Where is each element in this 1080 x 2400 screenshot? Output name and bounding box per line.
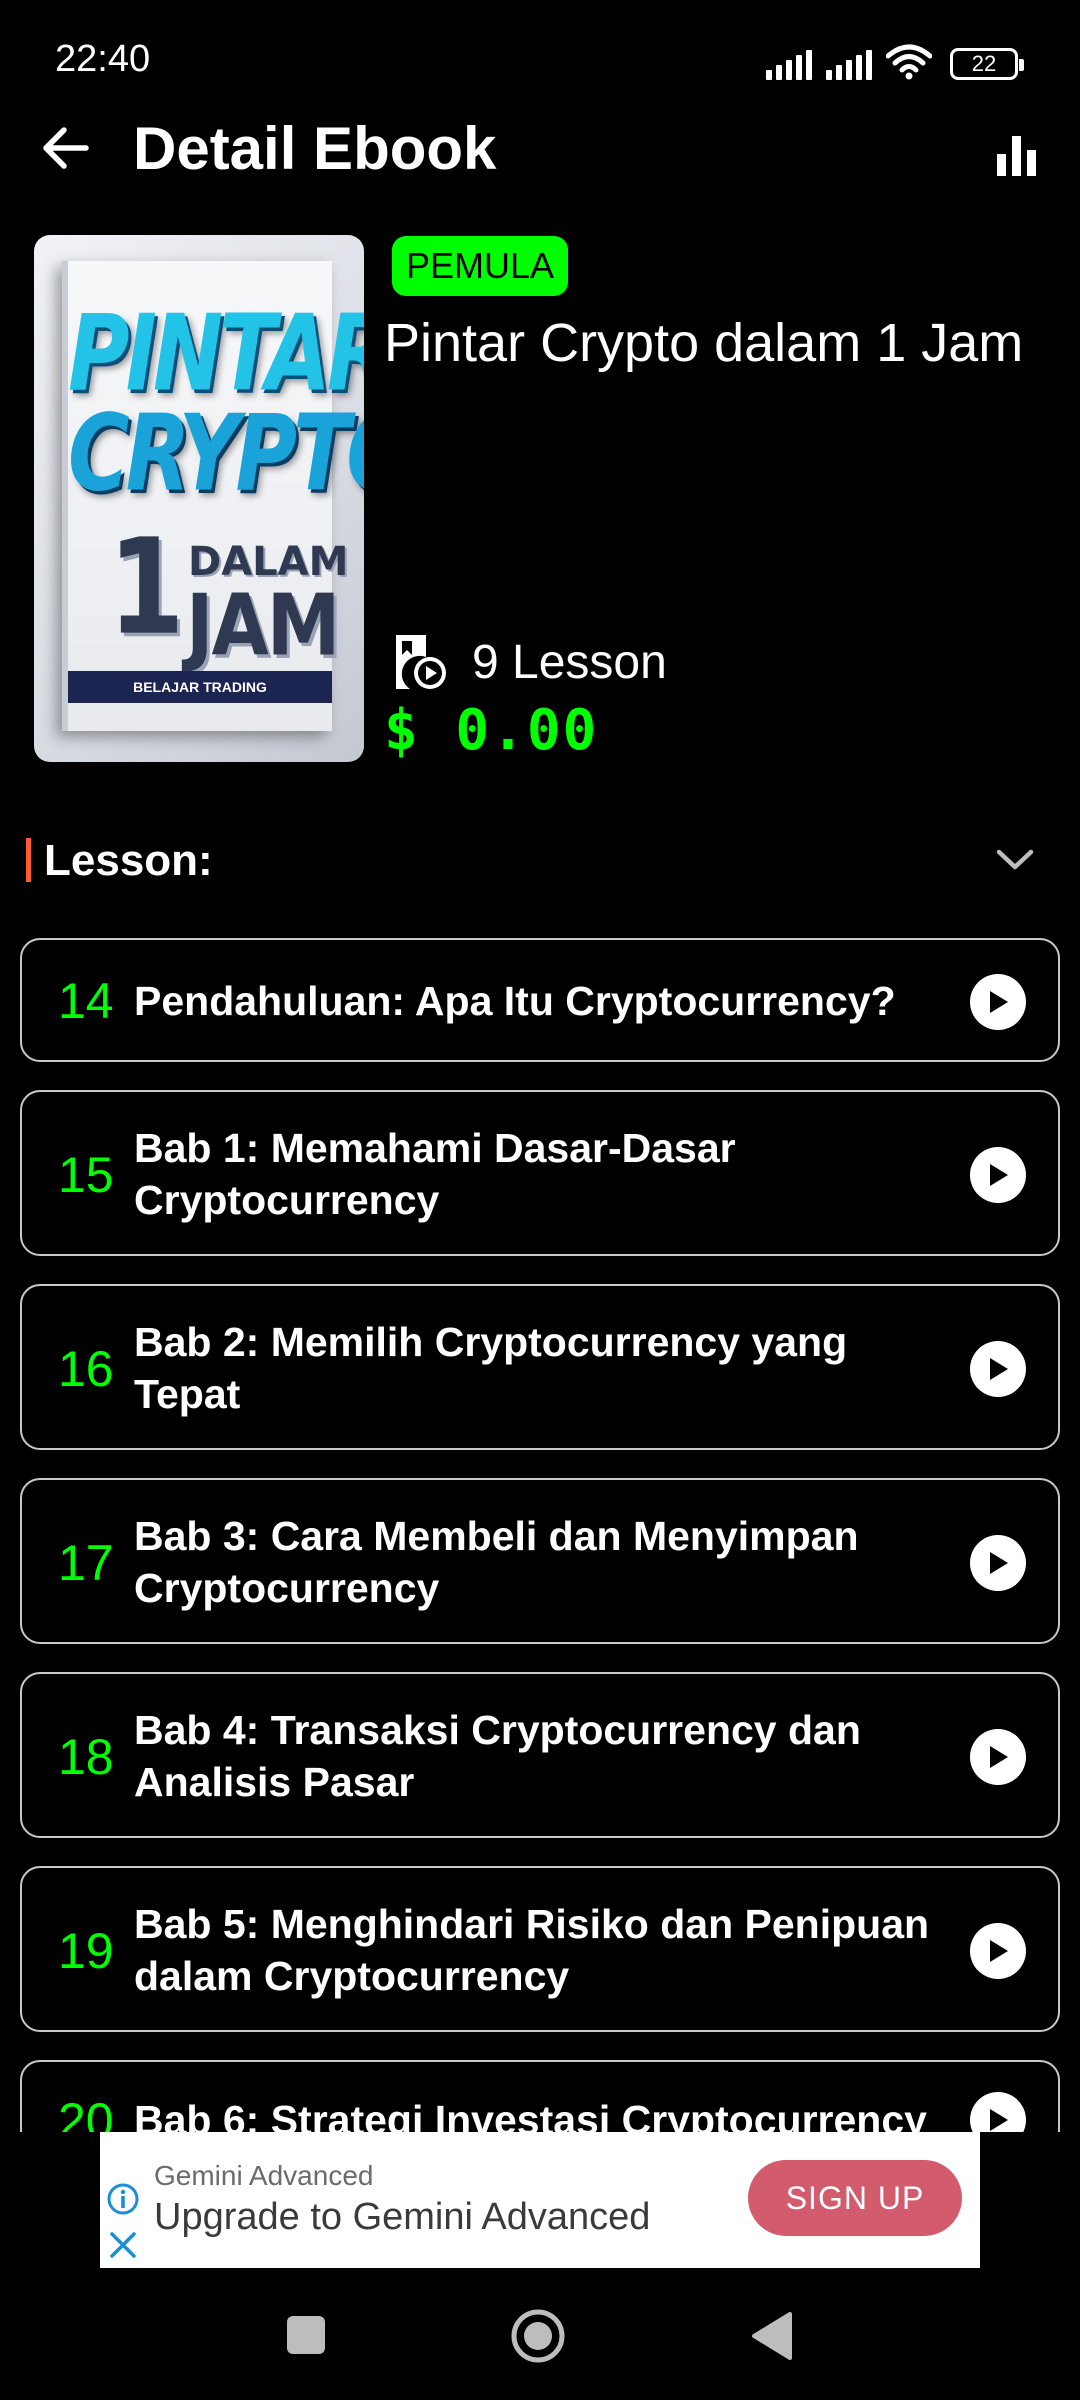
lesson-title: Bab 1: Memahami Dasar-Dasar Cryptocurren… <box>134 1125 736 1223</box>
play-button[interactable] <box>970 1923 1026 1979</box>
lesson-title: Pendahuluan: Apa Itu Cryptocurrency? <box>134 978 896 1024</box>
status-bar: 22:40 22 <box>0 0 1080 120</box>
cover-text-number: 1 <box>108 510 185 664</box>
ad-advertiser: Gemini Advanced <box>154 2160 374 2191</box>
close-icon[interactable] <box>108 2230 138 2260</box>
info-icon[interactable] <box>106 2182 140 2216</box>
lesson-item[interactable]: 14 Pendahuluan: Apa Itu Cryptocurrency? <box>20 938 1060 1062</box>
signal-icon <box>766 50 812 80</box>
play-button[interactable] <box>970 974 1026 1030</box>
page-title: Detail Ebook <box>133 115 497 182</box>
lesson-item[interactable]: 19 Bab 5: Menghindari Risiko dan Penipua… <box>20 1866 1060 2032</box>
status-time: 22:40 <box>55 38 151 80</box>
bar-chart-icon <box>996 154 1006 176</box>
lesson-number: 17 <box>58 1535 114 1591</box>
back-nav-button[interactable] <box>750 2310 794 2362</box>
lesson-number: 14 <box>58 973 114 1029</box>
ebook-title: Pintar Crypto dalam 1 Jam <box>384 313 1024 373</box>
stats-button[interactable] <box>988 124 1044 176</box>
lesson-title: Bab 6: Strategi Investasi Cryptocurrency <box>134 2097 927 2132</box>
play-icon <box>990 991 1008 1013</box>
cover-text-line1: PINTAR <box>68 291 364 415</box>
play-button[interactable] <box>970 1535 1026 1591</box>
lesson-count-text: 9 Lesson <box>472 635 667 689</box>
signal-icon <box>826 50 872 80</box>
lesson-list[interactable]: 14 Pendahuluan: Apa Itu Cryptocurrency? … <box>20 938 1060 2132</box>
play-button[interactable] <box>970 1341 1026 1397</box>
arrow-left-icon <box>43 127 89 169</box>
recents-button[interactable] <box>287 2316 325 2354</box>
cover-text-line4: JAM <box>186 576 340 676</box>
lesson-count: 9 Lesson <box>392 632 667 692</box>
play-icon <box>990 2109 1008 2131</box>
lesson-title: Bab 2: Memilih Cryptocurrency yang Tepat <box>134 1319 848 1417</box>
status-icons: 22 <box>766 40 1024 80</box>
play-icon <box>990 1164 1008 1186</box>
ad-signup-button[interactable]: SIGN UP <box>748 2160 962 2236</box>
chevron-down-icon <box>996 849 1034 870</box>
play-icon <box>990 1552 1008 1574</box>
lesson-section-title: Lesson: <box>44 836 213 885</box>
lesson-number: 20 <box>58 2093 114 2132</box>
play-button[interactable] <box>970 1729 1026 1785</box>
lesson-item[interactable]: 18 Bab 4: Transaksi Cryptocurrency dan A… <box>20 1672 1060 1838</box>
lesson-item[interactable]: 17 Bab 3: Cara Membeli dan Menyimpan Cry… <box>20 1478 1060 1644</box>
lesson-number: 19 <box>58 1923 114 1979</box>
cover-footer: BELAJAR TRADING <box>68 671 332 703</box>
lesson-number: 16 <box>58 1341 114 1397</box>
lesson-item[interactable]: 15 Bab 1: Memahami Dasar-Dasar Cryptocur… <box>20 1090 1060 1256</box>
cover-text-line2: CRYPTO <box>68 391 364 515</box>
battery-level: 22 <box>971 51 997 76</box>
lesson-title: Bab 5: Menghindari Risiko dan Penipuan d… <box>134 1901 930 1999</box>
level-badge: PEMULA <box>392 236 569 296</box>
cover-book: PINTAR CRYPTO 1 DALAM JAM BELAJAR TRADIN… <box>62 261 364 731</box>
play-icon <box>990 1358 1008 1380</box>
play-button[interactable] <box>970 1147 1026 1203</box>
play-button[interactable] <box>970 2092 1026 2132</box>
play-icon <box>990 1940 1008 1962</box>
ad-banner[interactable]: Gemini Advanced Upgrade to Gemini Advanc… <box>100 2132 980 2268</box>
ebook-cover-image: PINTAR CRYPTO 1 DALAM JAM BELAJAR TRADIN… <box>34 235 364 762</box>
wifi-icon <box>886 44 932 80</box>
price: $ 0.00 <box>384 698 599 763</box>
back-button[interactable] <box>36 118 96 178</box>
section-marker <box>26 838 31 882</box>
lesson-item[interactable]: 16 Bab 2: Memilih Cryptocurrency yang Te… <box>20 1284 1060 1450</box>
lesson-item[interactable]: 20 Bab 6: Strategi Investasi Cryptocurre… <box>20 2060 1060 2132</box>
lesson-title: Bab 4: Transaksi Cryptocurrency dan Anal… <box>134 1707 861 1805</box>
battery-icon: 22 <box>950 48 1024 80</box>
app-bar: Detail Ebook <box>0 110 1080 186</box>
play-icon <box>990 1746 1008 1768</box>
system-nav-bar <box>0 2268 1080 2400</box>
lesson-title: Bab 3: Cara Membeli dan Menyimpan Crypto… <box>134 1513 859 1611</box>
lesson-number: 15 <box>58 1147 114 1203</box>
lesson-section-header[interactable]: Lesson: <box>0 830 1080 890</box>
collapse-toggle[interactable] <box>990 838 1040 882</box>
lesson-number: 18 <box>58 1729 114 1785</box>
video-lesson-icon <box>396 635 446 689</box>
ad-headline[interactable]: Upgrade to Gemini Advanced <box>154 2196 650 2239</box>
home-button[interactable] <box>510 2308 566 2364</box>
